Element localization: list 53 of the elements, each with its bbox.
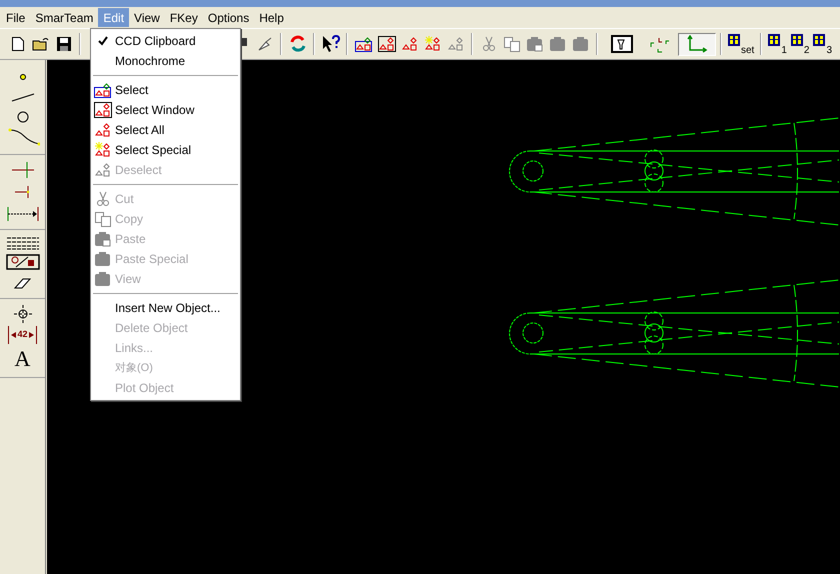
dimension-tool[interactable]: 42	[8, 326, 36, 344]
clipboard-icon	[94, 231, 112, 247]
menu-option[interactable]: Monochrome	[91, 51, 240, 71]
menu-item[interactable]: Help	[254, 8, 289, 27]
copy-icon	[94, 211, 112, 227]
distance-arrow-icon[interactable]	[6, 205, 40, 223]
view-button[interactable]: set	[726, 32, 756, 56]
menu-item[interactable]: SmarTeam	[30, 8, 98, 27]
text-tool[interactable]: A	[14, 347, 30, 371]
view-button[interactable]: 1	[766, 32, 789, 56]
clipboard-icon	[94, 271, 112, 287]
menu-item[interactable]: File	[1, 8, 30, 27]
window-icon	[813, 34, 826, 46]
menu-item[interactable]: Options	[202, 8, 254, 27]
layer-icon	[611, 35, 633, 53]
selection-icon	[446, 36, 464, 52]
selection-icon	[378, 36, 396, 52]
axis-tool[interactable]	[678, 32, 716, 56]
checkmark-icon	[98, 36, 108, 46]
crosshair-icon[interactable]	[10, 161, 34, 179]
menu-option[interactable]: Select Special	[91, 140, 240, 160]
scissors-icon	[94, 191, 112, 207]
curve-icon[interactable]	[6, 128, 40, 146]
selection-icon	[94, 82, 112, 98]
view-button[interactable]: 3	[811, 32, 834, 56]
selection-icon	[94, 142, 112, 158]
arrowhead-icon	[28, 332, 34, 338]
arrowhead-icon	[11, 332, 18, 338]
selection-icon	[424, 36, 442, 52]
menu-option[interactable]: Select All	[91, 120, 240, 140]
menu-option[interactable]: Insert New Object...	[91, 298, 240, 318]
clipboard-icon	[94, 251, 112, 267]
clipboard-icon	[526, 36, 544, 52]
selection-icon	[400, 36, 418, 52]
view-button[interactable]: 2	[788, 32, 812, 56]
clipboard-icon	[548, 36, 566, 52]
menu-item[interactable]: FKey	[164, 8, 203, 27]
window-icon	[728, 34, 740, 46]
menu-option[interactable]: Select	[91, 80, 240, 100]
selection-icon	[354, 36, 372, 52]
arrows-icon	[649, 35, 671, 53]
hatch-icon[interactable]	[6, 236, 40, 250]
attribute-icon[interactable]	[6, 254, 40, 270]
window-icon	[768, 34, 780, 46]
selection-icon	[94, 102, 112, 118]
copy-icon	[502, 36, 520, 52]
selection-icon	[94, 122, 112, 138]
menu-option[interactable]: Select Window	[91, 100, 240, 120]
clipboard-icon	[572, 36, 590, 52]
menu-item[interactable]: View	[129, 8, 165, 27]
menu-option[interactable]: CCD Clipboard	[91, 31, 240, 51]
window-icon	[790, 34, 803, 46]
selection-icon	[94, 162, 112, 178]
